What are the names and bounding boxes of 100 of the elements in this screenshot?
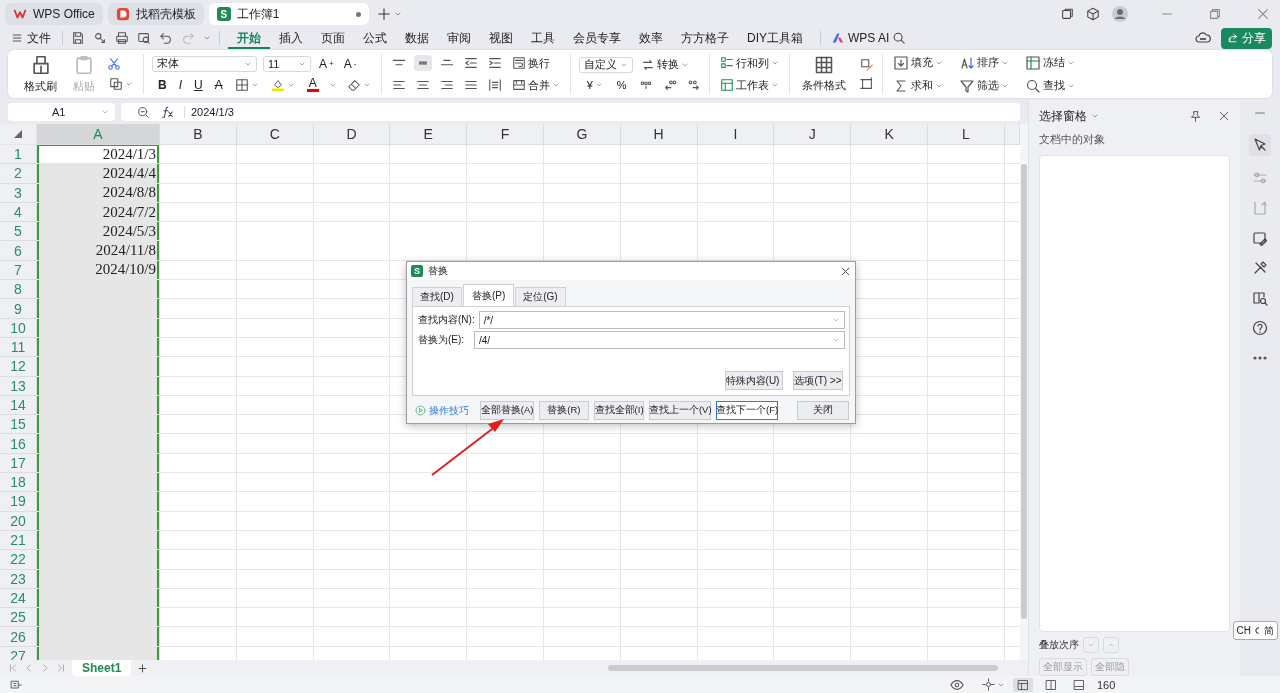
row-header[interactable]: 8 — [0, 280, 37, 300]
column-header[interactable]: K — [851, 124, 928, 145]
freeze-button[interactable]: 冻结 — [1022, 53, 1077, 72]
font-color-button[interactable]: A — [304, 76, 321, 93]
table-cell[interactable]: 2024/7/2 — [37, 202, 160, 223]
column-header[interactable]: H — [620, 124, 698, 145]
table-cell[interactable]: 2024/5/3 — [37, 222, 160, 242]
ribbon-tab[interactable]: 公式 — [354, 27, 396, 49]
ribbon-tab[interactable]: 方方格子 — [672, 27, 738, 49]
sum-button[interactable]: 求和 — [890, 76, 945, 95]
dialog-button[interactable]: 关闭 — [797, 401, 849, 420]
table-cell[interactable]: 2024/8/8 — [37, 183, 160, 203]
grow-font-button[interactable]: A$^{+}$ — [317, 55, 336, 72]
column-header[interactable]: D — [313, 124, 391, 145]
ribbon-tab[interactable]: 工具 — [522, 27, 564, 49]
row-header[interactable]: 19 — [0, 492, 37, 512]
app-tab[interactable]: 找稻壳模板 — [107, 3, 204, 25]
dialog-tab[interactable]: 替换(P) — [462, 284, 515, 306]
table-cell[interactable]: 2024/10/9 — [37, 260, 160, 281]
app-tab[interactable]: WPS Office — [5, 3, 103, 25]
column-header[interactable]: E — [390, 124, 468, 145]
dialog-button[interactable]: 全部替换(A) — [480, 401, 534, 420]
merge-button[interactable]: 合并 — [509, 76, 562, 94]
ribbon-tab[interactable]: 数据 — [396, 27, 438, 49]
ribbon-tab[interactable]: 效率 — [630, 27, 672, 49]
wrap-text-button[interactable]: 换行 — [509, 54, 552, 72]
ribbon-tab[interactable]: 会员专享 — [564, 27, 630, 49]
app-tab[interactable]: S 工作簿1 — [208, 3, 369, 25]
name-box[interactable]: A1 — [8, 103, 115, 121]
ribbon-tab[interactable]: 开始 — [228, 27, 270, 49]
sort-button[interactable]: 排序 — [956, 53, 1011, 72]
column-header[interactable]: I — [697, 124, 775, 145]
ribbon-tab[interactable]: DIY工具箱 — [738, 27, 812, 49]
conditional-format-button[interactable]: 条件格式 — [797, 55, 850, 93]
file-menu[interactable]: 文件 — [8, 29, 54, 47]
format-painter-button[interactable]: 格式刷 — [20, 54, 61, 94]
ribbon-tab[interactable]: 插入 — [270, 27, 312, 49]
avatar-icon[interactable] — [1112, 6, 1128, 22]
combo-field[interactable]: /*/ — [478, 311, 845, 329]
tips-link[interactable]: 操作技巧 — [415, 403, 476, 418]
dialog-tab[interactable]: 定位(G) — [515, 287, 566, 306]
column-header[interactable]: J — [774, 124, 852, 145]
font-name-dropdown[interactable]: 宋体 — [152, 55, 257, 72]
column-header[interactable]: F — [467, 124, 544, 145]
ribbon-tab[interactable]: 审阅 — [438, 27, 480, 49]
ribbon-tab[interactable]: 视图 — [480, 27, 522, 49]
ribbon-tab[interactable]: 页面 — [312, 27, 354, 49]
row-header[interactable]: 18 — [0, 473, 37, 493]
column-header[interactable]: B — [160, 124, 237, 145]
dialog-button[interactable]: 替换(R) — [538, 401, 589, 420]
currency-button[interactable]: ¥ — [584, 78, 605, 92]
find-button[interactable]: 查找 — [1022, 76, 1077, 95]
pane-title[interactable]: 选择窗格 — [1039, 107, 1087, 125]
wps-ai-button[interactable]: WPS AI — [829, 31, 893, 45]
dialog-button[interactable]: 查找全部(I) — [593, 401, 645, 420]
normal-view-button[interactable] — [1013, 677, 1033, 692]
combo-field[interactable]: /4/ — [474, 331, 845, 349]
table-cell[interactable]: 2024/1/3 — [37, 145, 160, 165]
vertical-scrollbar[interactable] — [1020, 124, 1028, 660]
table-cell[interactable]: 2024/11/8 — [37, 241, 160, 261]
percent-button[interactable]: % — [614, 78, 629, 92]
row-header[interactable]: 22 — [0, 550, 37, 570]
fill-button[interactable]: 填充 — [890, 53, 945, 72]
row-header[interactable]: 25 — [0, 608, 37, 628]
column-header[interactable]: G — [544, 124, 621, 145]
table-cell[interactable]: 2024/4/4 — [37, 164, 160, 184]
column-header[interactable]: L — [927, 124, 1005, 145]
row-header[interactable]: 16 — [0, 434, 37, 454]
convert-button[interactable]: 转换 — [638, 56, 691, 73]
rows-columns-button[interactable]: 行和列 — [717, 54, 781, 72]
row-header[interactable]: 1 — [0, 145, 37, 165]
zoom-level[interactable]: 160 — [1097, 678, 1116, 691]
options-button[interactable]: 选项(T) >> — [793, 371, 843, 390]
font-size-dropdown[interactable]: 11 — [263, 55, 311, 72]
row-header[interactable]: 26 — [0, 627, 37, 647]
formula-field[interactable]: 2024/1/3 — [184, 106, 234, 118]
filter-button[interactable]: 筛选 — [956, 76, 1011, 95]
number-format-dropdown[interactable]: 自定义 — [578, 56, 633, 73]
row-header[interactable]: 2 — [0, 164, 37, 184]
share-button[interactable]: 分享 — [1221, 27, 1272, 49]
format-button[interactable]: B — [156, 76, 169, 93]
worksheet-button[interactable]: 工作表 — [717, 76, 781, 94]
select-all-corner[interactable] — [0, 124, 37, 145]
align-middle-button[interactable] — [413, 55, 432, 71]
format-button[interactable]: A — [212, 76, 225, 93]
format-button[interactable]: U — [192, 76, 205, 93]
select-tool-button[interactable] — [1249, 134, 1271, 156]
format-button[interactable]: I — [176, 76, 184, 93]
column-header[interactable]: C — [236, 124, 314, 145]
row-header[interactable]: 15 — [0, 415, 37, 435]
special-content-button[interactable]: 特殊内容(U) — [725, 371, 783, 390]
dialog-button[interactable]: 查找上一个(V) — [649, 401, 712, 420]
row-header[interactable]: 9 — [0, 299, 37, 319]
row-header[interactable]: 12 — [0, 357, 37, 377]
dialog-tab[interactable]: 查找(D) — [412, 287, 462, 306]
horizontal-scrollbar[interactable] — [608, 665, 998, 671]
sheet-tab[interactable]: Sheet1 — [72, 660, 132, 676]
shrink-font-button[interactable]: A$^{-}$ — [341, 55, 359, 72]
row-header[interactable]: 5 — [0, 222, 37, 242]
row-header[interactable]: 6 — [0, 241, 37, 261]
